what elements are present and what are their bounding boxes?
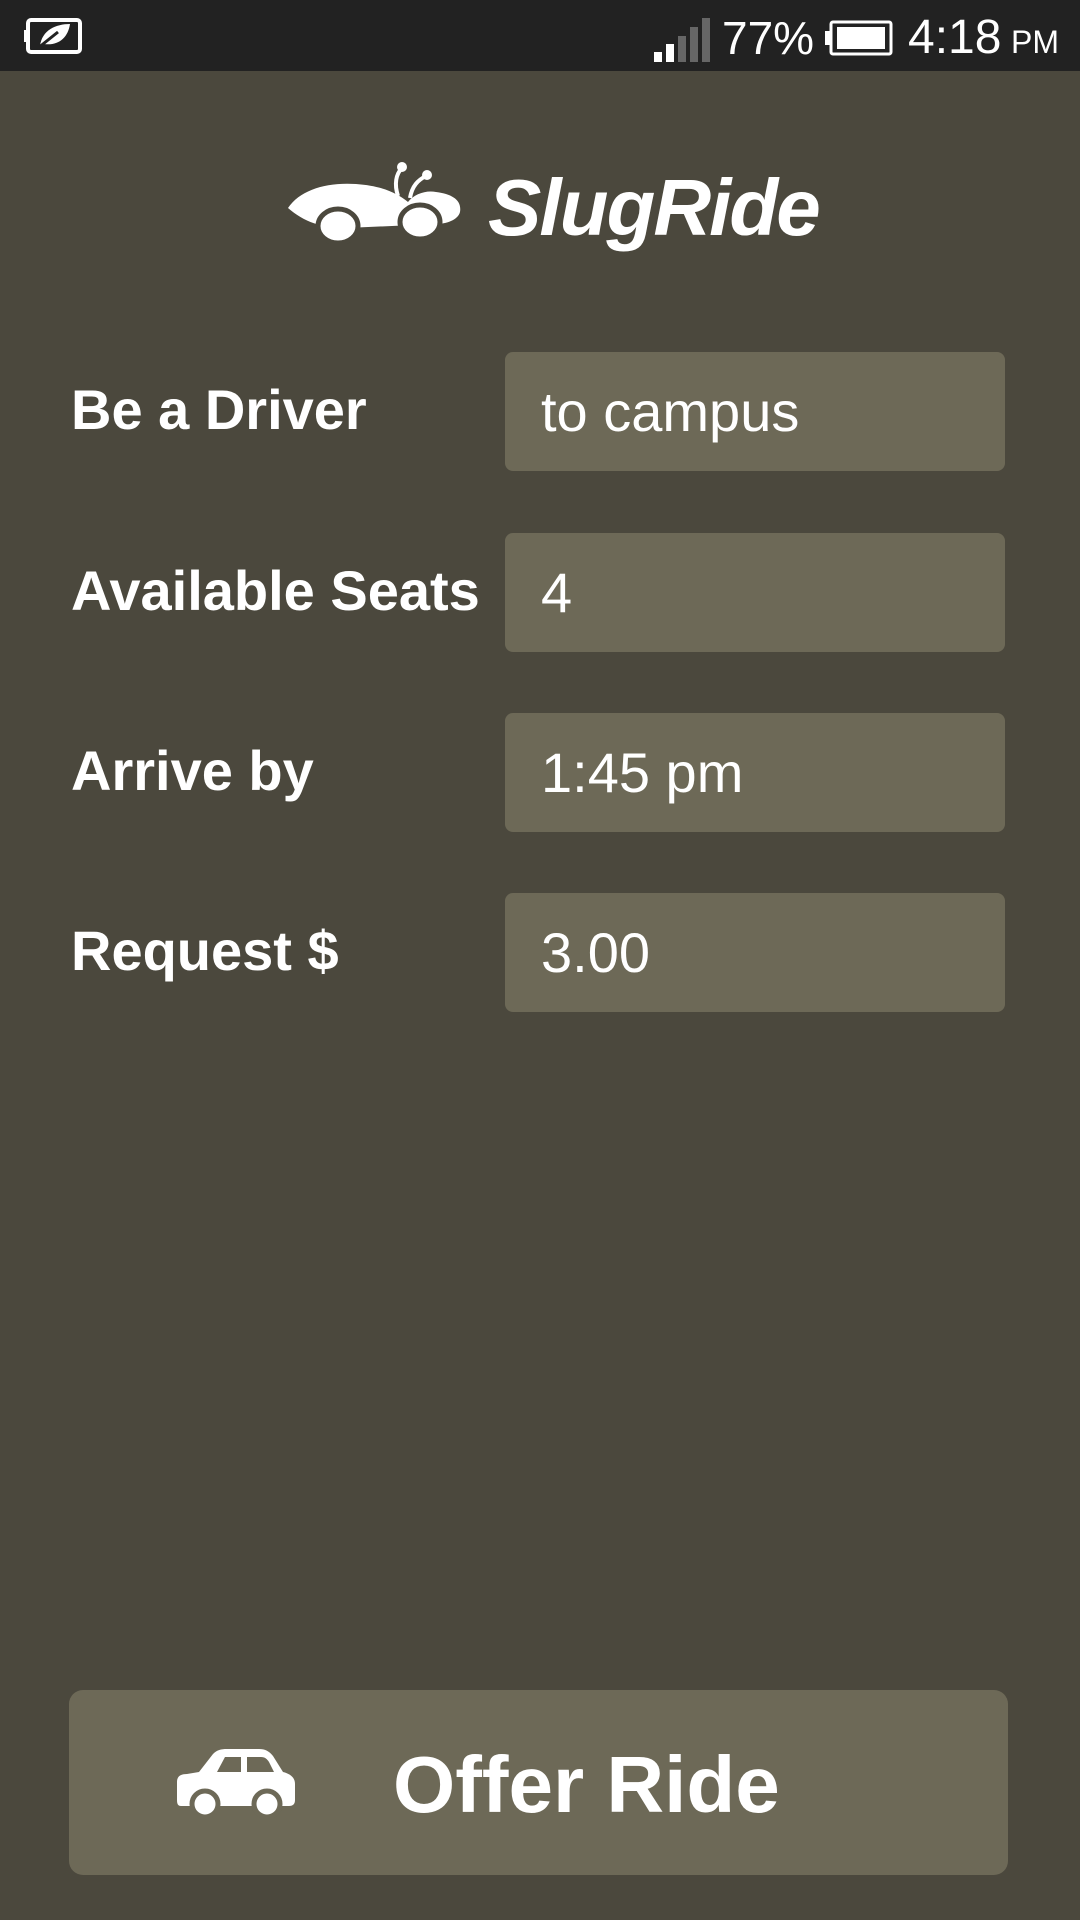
direction-label: Be a Driver xyxy=(71,378,367,441)
offer-ride-button[interactable]: Offer Ride xyxy=(69,1690,1008,1875)
request-price-label: Request $ xyxy=(71,919,339,982)
signal-strength-icon xyxy=(654,18,710,62)
status-time: 4:18 xyxy=(908,11,1002,64)
offer-ride-label: Offer Ride xyxy=(393,1740,780,1829)
status-ampm: PM xyxy=(1011,24,1059,60)
car-icon xyxy=(177,1749,295,1818)
request-price-field[interactable]: 3.00 xyxy=(505,893,1005,1012)
slug-car-logo-icon xyxy=(288,162,461,244)
status-bar: 77% 4:18 PM xyxy=(0,0,1080,71)
direction-field[interactable]: to campus xyxy=(505,352,1005,471)
battery-saver-leaf-icon xyxy=(24,18,82,54)
seats-field[interactable]: 4 xyxy=(505,533,1005,652)
arrive-by-field[interactable]: 1:45 pm xyxy=(505,713,1005,832)
screen: 77% 4:18 PM SlugRide Be a Driver to camp… xyxy=(0,0,1080,1920)
battery-percent: 77% xyxy=(722,12,815,64)
arrive-by-label: Arrive by xyxy=(71,739,314,802)
seats-label: Available Seats xyxy=(71,559,480,622)
battery-icon xyxy=(825,20,893,56)
app-title: SlugRide xyxy=(488,163,821,252)
